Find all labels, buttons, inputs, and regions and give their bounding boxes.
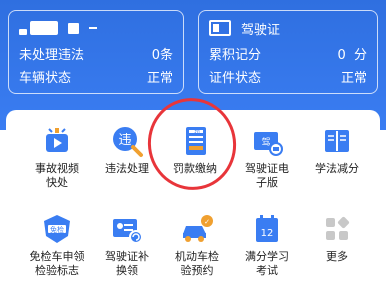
- service-label: 驾驶证电 子版: [245, 162, 289, 189]
- study-book-icon: [320, 124, 354, 158]
- license-badge-text: 驾: [261, 137, 270, 148]
- accumulated-points-label: 累积记分: [209, 48, 262, 63]
- unhandled-violations-value: 0条: [151, 48, 173, 63]
- driver-license-icon: [209, 20, 231, 36]
- violation-badge-text: 违: [118, 133, 131, 148]
- vehicle-status-label: 车辆状态: [19, 71, 72, 86]
- exempt-shield-icon: 免检: [40, 212, 74, 246]
- vehicle-plate: [19, 17, 97, 39]
- violation-search-icon: 违: [110, 124, 144, 158]
- service-label: 学法减分: [315, 162, 359, 175]
- service-label: 驾驶证补 换领: [105, 250, 149, 277]
- service-more[interactable]: 更多: [302, 212, 372, 264]
- calendar-exam-icon: 12: [250, 212, 284, 246]
- license-status-value: 正常: [340, 71, 367, 86]
- service-label: 满分学习 考试: [245, 250, 289, 277]
- service-accident-video[interactable]: 事故视频 快处: [22, 124, 92, 190]
- license-status-label: 证件状态: [209, 71, 262, 86]
- exempt-badge-text: 免检: [50, 225, 64, 234]
- service-label: 违法处理: [105, 162, 149, 175]
- svg-text:✓: ✓: [204, 218, 210, 226]
- license-title: 驾驶证: [241, 22, 281, 38]
- service-label: 更多: [326, 250, 348, 263]
- service-exempt-inspection[interactable]: 免检 免检车申领 检验标志: [18, 212, 96, 278]
- license-card[interactable]: 驾驶证 累积记分 0 分 证件状态 正常: [198, 10, 378, 94]
- more-grid-icon: [320, 212, 354, 246]
- license-renew-icon: [110, 212, 144, 246]
- unhandled-violations-label: 未处理违法: [19, 48, 85, 63]
- video-camera-icon: [40, 124, 74, 158]
- service-study-reduce-points[interactable]: 学法减分: [302, 124, 372, 176]
- service-electronic-license[interactable]: 驾 驾驶证电 子版: [232, 124, 302, 190]
- vehicle-inspection-icon: ✓: [180, 212, 214, 246]
- service-label: 免检车申领 检验标志: [29, 250, 85, 277]
- calendar-badge-text: 12: [261, 228, 274, 239]
- service-label: 事故视频 快处: [35, 162, 79, 189]
- service-label: 机动车检 验预约: [175, 250, 219, 277]
- accumulated-points-value: 0 分: [337, 48, 367, 63]
- service-vehicle-inspection-appointment[interactable]: ✓ 机动车检 验预约: [162, 212, 232, 278]
- vehicle-card[interactable]: 未处理违法 0条 车辆状态 正常: [8, 10, 184, 94]
- vehicle-status-value: 正常: [146, 71, 173, 86]
- service-license-renewal[interactable]: 驾驶证补 换领: [92, 212, 162, 278]
- e-license-icon: 驾: [250, 124, 284, 158]
- service-full-score-exam[interactable]: 12 满分学习 考试: [232, 212, 302, 278]
